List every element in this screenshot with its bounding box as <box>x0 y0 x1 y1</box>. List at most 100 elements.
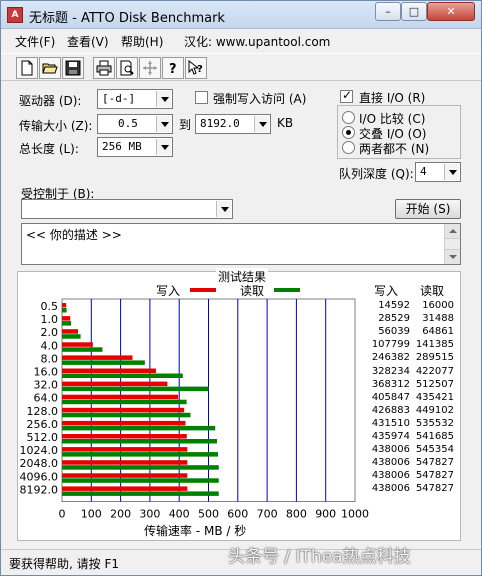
description-textarea[interactable]: << 你的描述 >> <box>21 223 461 265</box>
read-value: 545354 <box>415 444 454 456</box>
x-tick-label: 500 <box>198 508 219 521</box>
x-tick-label: 300 <box>139 508 160 521</box>
read-bar <box>62 347 103 352</box>
maximize-button[interactable]: □ <box>401 2 427 21</box>
y-tick-label: 4.0 <box>41 339 59 352</box>
transfer-from-select[interactable]: 0.5 <box>97 114 173 134</box>
write-value: 438006 <box>371 483 410 495</box>
read-bar <box>62 360 145 365</box>
description-scrollbar[interactable] <box>444 224 460 264</box>
context-help-icon[interactable]: ? <box>185 57 207 79</box>
write-value: 107799 <box>371 339 410 351</box>
transfer-from-value: 0.5 <box>118 117 138 130</box>
move-cross-icon[interactable] <box>139 57 161 79</box>
overlapped-io-radio[interactable] <box>342 126 355 139</box>
y-tick-label: 32.0 <box>34 379 59 392</box>
read-value: 547827 <box>415 470 454 482</box>
open-folder-icon[interactable] <box>39 57 61 79</box>
write-value: 431510 <box>371 417 410 429</box>
to-label: 到 <box>179 118 192 132</box>
column-write-header: 写入 <box>374 284 399 298</box>
write-value: 14592 <box>378 300 410 311</box>
controlled-by-select[interactable] <box>21 199 233 219</box>
drive-value: [-d-] <box>102 92 136 105</box>
queue-depth-select[interactable]: 4 <box>415 162 461 182</box>
print-icon[interactable] <box>93 57 115 79</box>
read-value: 435421 <box>415 391 454 403</box>
force-write-label: 强制写入访问 (A) <box>213 92 307 106</box>
y-tick-label: 256.0 <box>27 418 59 431</box>
write-value: 438006 <box>371 444 410 456</box>
y-tick-label: 16.0 <box>34 366 59 379</box>
transfer-to-select[interactable]: 8192.0 <box>195 114 271 134</box>
direct-io-label: 直接 I/O (R) <box>359 91 426 105</box>
write-bar <box>62 355 133 360</box>
app-window: A 无标题 - ATTO Disk Benchmark – □ ✕ 文件(F) … <box>0 0 482 576</box>
new-document-icon[interactable] <box>16 57 38 79</box>
write-value: 56039 <box>378 326 410 338</box>
title-bar: A 无标题 - ATTO Disk Benchmark – □ ✕ <box>1 1 481 29</box>
read-value: 16000 <box>422 300 454 311</box>
window-title: 无标题 - ATTO Disk Benchmark <box>29 11 225 26</box>
scroll-up-icon[interactable] <box>445 224 460 239</box>
write-value: 328234 <box>371 365 410 377</box>
menu-localizer[interactable]: 汉化: www.upantool.com <box>184 33 330 50</box>
save-disk-icon[interactable] <box>62 57 84 79</box>
results-panel: 测试结果 写入 读取 写入 读取 0 100 200 300 400 500 600 700 8… <box>17 268 461 541</box>
total-length-label: 总长度 (L): <box>19 142 79 156</box>
neither-io-radio[interactable] <box>342 141 355 154</box>
svg-text:?: ? <box>169 62 177 76</box>
write-bar <box>62 407 185 413</box>
menu-file[interactable]: 文件(F) <box>15 33 55 50</box>
write-bar <box>62 303 67 308</box>
read-value: 535532 <box>415 417 454 429</box>
menu-help[interactable]: 帮助(H) <box>121 33 163 50</box>
total-length-value: 256 MB <box>102 140 142 153</box>
write-value: 368312 <box>371 378 410 390</box>
drive-label: 驱动器 (D): <box>19 94 82 108</box>
write-value: 438006 <box>371 457 410 469</box>
x-tick-label: 800 <box>286 508 307 521</box>
scroll-down-icon[interactable] <box>445 249 460 264</box>
y-tick-label: 64.0 <box>34 392 59 405</box>
y-tick-label: 2048.0 <box>20 457 59 470</box>
y-tick-label: 1024.0 <box>20 444 59 457</box>
write-bar <box>62 420 186 426</box>
x-tick-label: 100 <box>81 508 102 521</box>
transfer-rate-chart: 0 100 200 300 400 500 600 700 800 900 1000 0.51.02.… <box>20 298 369 521</box>
force-write-checkbox[interactable] <box>195 91 208 104</box>
y-tick-label: 4096.0 <box>20 470 59 483</box>
write-bar <box>62 394 179 400</box>
help-question-icon[interactable]: ? <box>162 57 184 79</box>
start-button[interactable]: 开始 (S) <box>395 199 461 219</box>
chevron-down-icon <box>156 91 171 107</box>
drive-select[interactable]: [-d-] <box>97 89 173 109</box>
read-bar <box>62 308 67 313</box>
write-value: 405847 <box>371 391 410 403</box>
read-value: 422077 <box>415 365 454 377</box>
read-value: 547827 <box>415 483 454 495</box>
read-bar <box>62 334 81 339</box>
direct-io-checkbox[interactable] <box>340 88 353 103</box>
read-bar <box>62 373 183 378</box>
io-compare-radio[interactable] <box>342 111 355 124</box>
minimize-button[interactable]: – <box>375 2 401 21</box>
write-bar <box>62 368 156 373</box>
print-preview-icon[interactable] <box>116 57 138 79</box>
y-tick-label: 512.0 <box>27 431 59 444</box>
chevron-down-icon <box>156 139 171 155</box>
write-value: 426883 <box>371 404 410 416</box>
column-read-header: 读取 <box>420 284 445 298</box>
y-tick-label: 1.0 <box>41 313 59 326</box>
y-tick-label: 128.0 <box>27 405 59 418</box>
status-text: 要获得帮助, 请按 F1 <box>9 557 119 571</box>
total-length-select[interactable]: 256 MB <box>97 137 173 157</box>
x-tick-label: 900 <box>315 508 336 521</box>
close-button[interactable]: ✕ <box>427 2 475 21</box>
read-value: 64861 <box>422 326 454 338</box>
x-axis-label: 传输速率 - MB / 秒 <box>144 524 247 538</box>
read-value: 289515 <box>415 352 454 364</box>
read-bar <box>62 412 191 418</box>
x-tick-label: 700 <box>257 508 278 521</box>
menu-view[interactable]: 查看(V) <box>67 33 109 50</box>
